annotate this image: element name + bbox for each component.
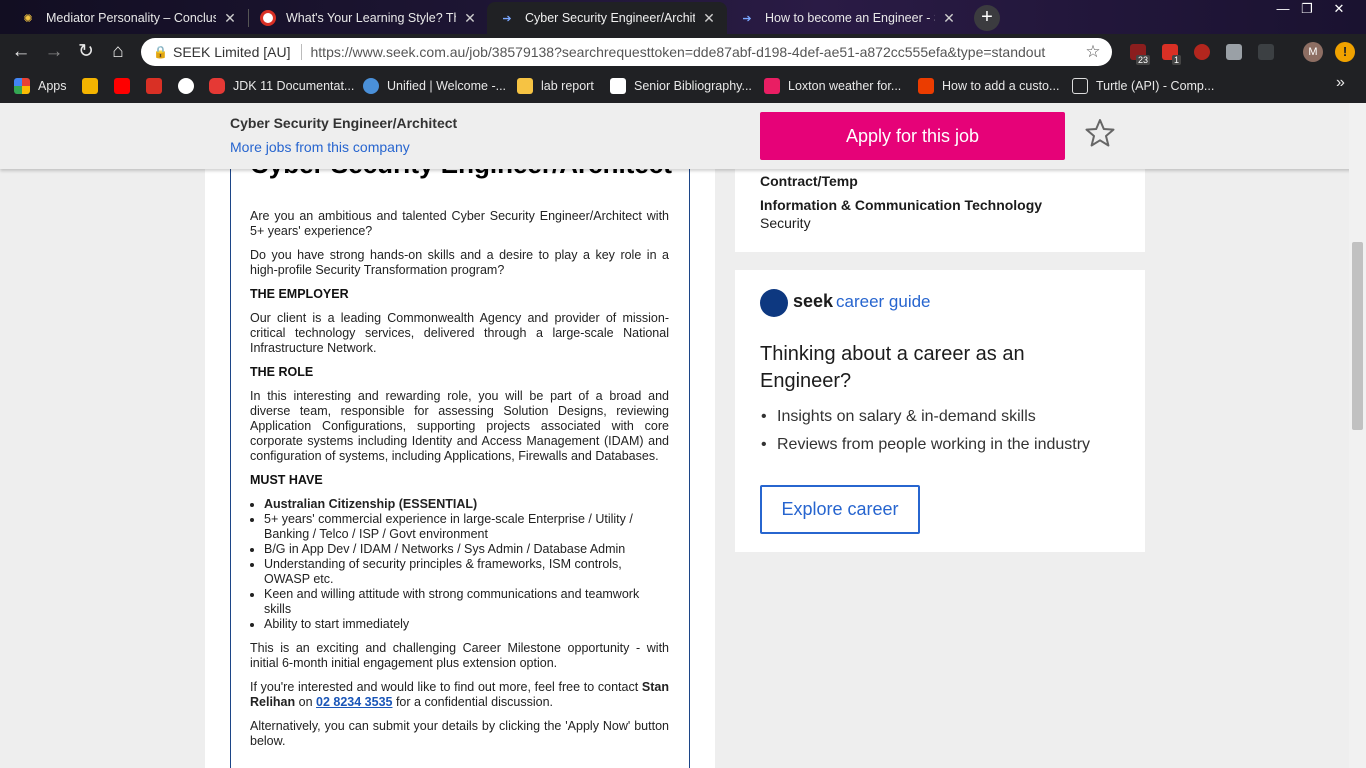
extension-icon[interactable] (1258, 44, 1274, 60)
sticky-apply-bar: Cyber Security Engineer/Architect More j… (0, 103, 1366, 169)
update-icon[interactable]: ! (1335, 42, 1355, 62)
bookmark-gmail[interactable] (146, 77, 162, 95)
google-icon (178, 78, 194, 94)
blogger-icon (82, 78, 98, 94)
url-text[interactable]: https://www.seek.com.au/job/38579138?sea… (311, 44, 1084, 60)
list-item: Insights on salary & in-demand skills (760, 408, 1090, 426)
list-item: Reviews from people working in the indus… (760, 436, 1090, 454)
ad-paragraph: Our client is a leading Commonwealth Age… (250, 311, 669, 355)
tab-strip: ✺ Mediator Personality – Conclusio ✕ Wha… (0, 0, 1366, 34)
job-ad-content: Are you an ambitious and talented Cyber … (250, 209, 669, 758)
subclassification: Security (760, 215, 811, 231)
must-have-list: Australian Citizenship (ESSENTIAL) 5+ ye… (250, 497, 669, 632)
bookmark-blogger[interactable] (82, 77, 98, 95)
new-tab-button[interactable]: + (974, 5, 1000, 31)
extension-badge: 23 (1136, 55, 1151, 65)
close-window-button[interactable]: ✕ (1322, 0, 1356, 18)
save-job-star-icon[interactable] (1084, 117, 1116, 149)
bookmark-unified[interactable]: Unified | Welcome -... (363, 77, 506, 95)
list-item: B/G in App Dev / IDAM / Networks / Sys A… (264, 542, 669, 557)
extension-icon[interactable] (1226, 44, 1242, 60)
seek-arrow-icon: ➔ (502, 12, 512, 25)
list-item: Understanding of security principles & f… (264, 557, 669, 587)
tab-become-engineer[interactable]: ➔ How to become an Engineer - Se ✕ (727, 2, 967, 34)
bookmark-lab-report[interactable]: lab report (517, 77, 594, 95)
close-icon[interactable]: ✕ (462, 10, 478, 27)
bookmark-senior-bibliography[interactable]: Senior Bibliography... (610, 77, 752, 95)
ad-paragraph: Are you an ambitious and talented Cyber … (250, 209, 669, 238)
tab-mediator[interactable]: ✺ Mediator Personality – Conclusio ✕ (8, 2, 248, 34)
work-type: Contract/Temp (760, 173, 858, 189)
reload-button[interactable]: ↻ (74, 40, 98, 64)
forward-button[interactable]: → (42, 40, 66, 64)
more-jobs-link[interactable]: More jobs from this company (230, 139, 410, 155)
scrollbar-thumb[interactable] (1352, 242, 1363, 430)
document-icon (1072, 78, 1088, 94)
oracle-icon (209, 78, 225, 94)
tab-title: Cyber Security Engineer/Architec (525, 11, 695, 25)
section-heading-employer: THE EMPLOYER (250, 287, 349, 301)
contact-paragraph: If you're interested and would like to f… (250, 680, 669, 709)
close-icon[interactable]: ✕ (222, 10, 238, 27)
seek-arrow-icon: ➔ (742, 12, 752, 25)
bookmark-star-icon[interactable]: ☆ (1083, 42, 1103, 62)
tab-title: Mediator Personality – Conclusio (46, 11, 216, 25)
explore-career-button[interactable]: Explore career (760, 485, 920, 534)
section-heading-must-have: MUST HAVE (250, 473, 323, 487)
ad-paragraph: In this interesting and rewarding role, … (250, 389, 669, 463)
list-item: Ability to start immediately (264, 617, 669, 632)
tab-learning-style[interactable]: What's Your Learning Style? The ✕ (248, 2, 488, 34)
apply-button[interactable]: Apply for this job (760, 112, 1065, 160)
folder-icon (517, 78, 533, 94)
section-heading-role: THE ROLE (250, 365, 314, 379)
ad-paragraph: Do you have strong hands-on skills and a… (250, 248, 669, 277)
address-bar[interactable]: 🔒 SEEK Limited [AU] https://www.seek.com… (141, 38, 1112, 66)
phone-link[interactable]: 02 8234 3535 (316, 695, 392, 709)
tab-title: What's Your Learning Style? The (286, 11, 456, 25)
bookmark-youtube[interactable] (114, 77, 130, 95)
ad-paragraph: Alternatively, you can submit your detai… (250, 719, 669, 748)
extension-icon[interactable] (1194, 44, 1210, 60)
career-guide-heading: Thinking about a career as an Engineer? (760, 343, 1025, 392)
classification: Information & Communication Technology (760, 197, 1043, 213)
bookmarks-overflow-icon[interactable]: » (1336, 74, 1345, 92)
unified-icon (363, 78, 379, 94)
page-viewport: Cyber Security Engineer/Architect Are yo… (0, 103, 1366, 768)
sticky-job-title: Cyber Security Engineer/Architect (230, 115, 458, 131)
office-icon (918, 78, 934, 94)
list-item: Australian Citizenship (ESSENTIAL) (264, 497, 669, 512)
tab-cyber-security[interactable]: ➔ Cyber Security Engineer/Architec ✕ (487, 2, 727, 34)
restore-button[interactable]: ❐ (1290, 0, 1324, 18)
close-icon[interactable]: ✕ (701, 10, 717, 27)
bookmark-google[interactable] (178, 77, 194, 95)
youtube-icon (114, 78, 130, 94)
list-item: 5+ years' commercial experience in large… (264, 512, 669, 542)
lock-icon: 🔒 (153, 45, 168, 59)
career-guide-wordmark: career guide (836, 292, 931, 311)
site-identity[interactable]: SEEK Limited [AU] (173, 44, 291, 60)
ad-paragraph: This is an exciting and challenging Care… (250, 641, 669, 670)
bookmark-turtle-api[interactable]: Turtle (API) - Comp... (1072, 77, 1214, 95)
atom-icon: ✺ (23, 12, 33, 25)
school-icon (610, 78, 626, 94)
back-button[interactable]: ← (9, 40, 33, 64)
tab-title: How to become an Engineer - Se (765, 11, 935, 25)
list-item: Keen and willing attitude with strong co… (264, 587, 669, 617)
gmail-icon (146, 78, 162, 94)
weather-icon (764, 78, 780, 94)
bookmark-apps[interactable]: Apps (14, 77, 67, 95)
bookmark-jdk11[interactable]: JDK 11 Documentat... (209, 77, 354, 95)
home-button[interactable]: ⌂ (106, 40, 130, 64)
profile-avatar[interactable]: M (1303, 42, 1323, 62)
seek-wordmark: seek (793, 291, 834, 311)
bookmark-office[interactable]: How to add a custo... (918, 77, 1059, 95)
target-icon (260, 10, 276, 26)
close-icon[interactable]: ✕ (941, 10, 957, 27)
page-scrollbar[interactable] (1349, 103, 1366, 768)
bookmark-loxton-weather[interactable]: Loxton weather for... (764, 77, 901, 95)
extension-badge: 1 (1172, 55, 1182, 65)
apps-grid-icon (14, 78, 30, 94)
seek-logo-icon (760, 289, 788, 317)
career-guide-list: Insights on salary & in-demand skills Re… (760, 408, 1090, 464)
